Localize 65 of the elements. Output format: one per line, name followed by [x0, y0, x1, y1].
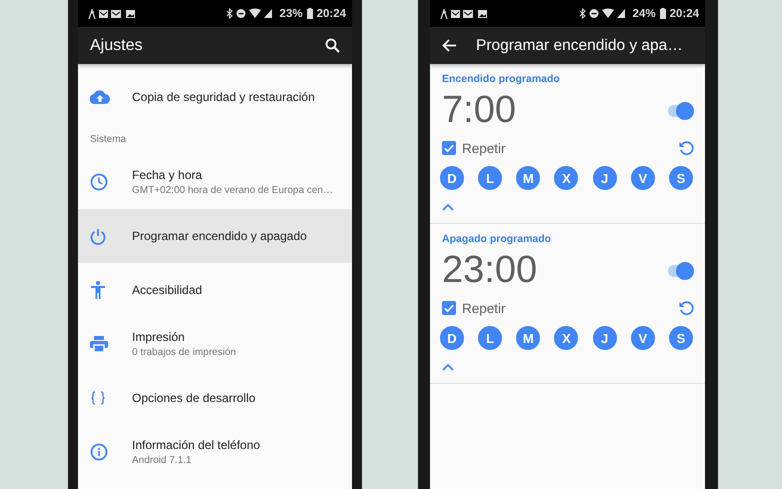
settings-item[interactable]: Impresión 0 trabajos de impresión	[78, 317, 352, 371]
settings-item[interactable]: Copia de seguridad y restauración	[78, 64, 352, 130]
day-toggle[interactable]: L	[478, 326, 502, 350]
item-title: Información del teléfono	[132, 438, 260, 452]
code-braces-icon	[90, 391, 106, 405]
day-toggle[interactable]: X	[554, 326, 578, 350]
undo-arrow-icon[interactable]	[678, 300, 694, 316]
status-time: 20:24	[670, 8, 699, 20]
section-header: Sistema	[89, 133, 128, 147]
settings-item[interactable]: Información del teléfono Android 7.1.1	[78, 425, 352, 479]
item-title: Copia de seguridad y restauración	[132, 90, 315, 104]
battery-icon	[306, 8, 313, 19]
item-title: Impresión	[132, 330, 186, 344]
item-subtitle: GMT+02:00 hora de verano de Europa cen…	[132, 185, 333, 196]
day-toggle[interactable]: J	[592, 166, 617, 190]
day-toggle[interactable]: J	[592, 326, 617, 350]
time-value[interactable]: 23:00	[442, 249, 538, 292]
power-icon	[90, 228, 106, 244]
search-icon[interactable]	[325, 38, 340, 53]
day-toggle[interactable]: M	[516, 326, 540, 350]
day-toggle[interactable]: D	[440, 326, 464, 350]
item-subtitle: 0 trabajos de impresión	[132, 347, 236, 358]
repeat-label: Repetir	[462, 140, 507, 156]
item-title: Accesibilidad	[132, 283, 202, 297]
cloud-upload-icon	[90, 90, 110, 104]
time-value[interactable]: 7:00	[442, 89, 516, 132]
settings-item[interactable]: Fecha y hora GMT+02:00 hora de verano de Europa cen…	[78, 155, 352, 209]
notification-icons	[88, 8, 138, 18]
day-toggle[interactable]: V	[630, 166, 655, 190]
battery-icon	[660, 8, 666, 19]
day-toggle[interactable]: S	[668, 166, 693, 190]
day-toggle[interactable]: M	[516, 166, 540, 190]
section-title: Apagado programado	[442, 233, 552, 245]
printer-icon	[90, 336, 108, 352]
checkbox[interactable]	[442, 301, 456, 315]
undo-arrow-icon[interactable]	[678, 140, 694, 156]
settings-item[interactable]: Opciones de desarrollo	[78, 371, 352, 425]
settings-item[interactable]: Programar encendido y apagado	[78, 209, 352, 263]
clock-icon	[90, 173, 108, 191]
day-toggle[interactable]: S	[668, 326, 693, 350]
item-subtitle: Android 7.1.1	[132, 455, 192, 466]
day-toggle[interactable]: D	[440, 166, 464, 190]
info-icon	[90, 443, 108, 461]
accessibility-icon	[90, 281, 106, 299]
toolbar-title: Programar encendido y apa…	[476, 36, 684, 54]
day-toggle[interactable]: X	[554, 166, 578, 190]
chevron-up-icon[interactable]	[442, 203, 454, 211]
status-time: 20:24	[316, 8, 346, 20]
settings-item[interactable]: Accesibilidad	[78, 263, 352, 317]
item-title: Fecha y hora	[132, 168, 204, 182]
toggle-switch[interactable]	[668, 104, 692, 116]
battery-percentage: 23%	[280, 8, 303, 20]
day-toggle[interactable]: V	[630, 326, 655, 350]
back-arrow-icon[interactable]	[442, 39, 456, 52]
item-title: Programar encendido y apagado	[132, 229, 307, 243]
chevron-up-icon[interactable]	[442, 363, 454, 371]
repeat-label: Repetir	[462, 300, 507, 316]
day-toggle[interactable]: L	[478, 166, 502, 190]
battery-percentage: 24%	[632, 8, 656, 20]
section-title: Encendido programado	[442, 73, 561, 85]
item-title: Opciones de desarrollo	[132, 391, 256, 405]
checkbox[interactable]	[442, 141, 456, 155]
toolbar-title: Ajustes	[90, 36, 144, 54]
notification-icons	[440, 8, 490, 18]
toggle-switch[interactable]	[668, 264, 692, 276]
